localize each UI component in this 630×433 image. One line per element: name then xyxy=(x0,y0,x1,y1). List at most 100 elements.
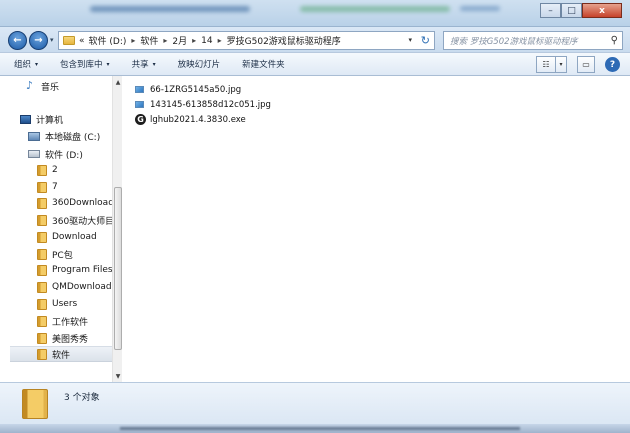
organize-menu[interactable]: 组织 ▾ xyxy=(14,58,38,70)
file-item[interactable]: 143145-613858d12c051.jpg xyxy=(135,97,271,112)
nav-item-label: 软件 (D:) xyxy=(45,150,83,161)
address-bar[interactable]: « 软件 (D:) ▸ 软件 ▸ 2月 ▸ 14 ▸ 罗技G502游戏鼠标驱动程… xyxy=(58,31,435,50)
search-input[interactable]: 搜索 罗技G502游戏鼠标驱动程序 ⚲ xyxy=(443,31,623,50)
refresh-icon[interactable]: ↻ xyxy=(421,34,430,47)
folder-icon xyxy=(37,214,47,226)
scroll-up-icon[interactable]: ▲ xyxy=(113,78,123,88)
command-toolbar: 组织 ▾ 包含到库中 ▾ 共享 ▾ 放映幻灯片 新建文件夹 ☷ ▾ ▭ ? xyxy=(0,52,630,76)
chevron-down-icon: ▾ xyxy=(106,60,110,68)
drive-icon xyxy=(28,150,40,158)
nav-item-drive-c[interactable]: 本地磁盘 (C:) xyxy=(28,128,100,144)
new-folder-label: 新建文件夹 xyxy=(242,60,285,70)
nav-item-music[interactable]: ♪ 音乐 xyxy=(26,78,59,94)
folder-icon xyxy=(37,281,47,293)
chevron-down-icon: ▾ xyxy=(152,60,156,68)
breadcrumb-item[interactable]: 罗技G502游戏鼠标驱动程序 xyxy=(227,34,341,47)
include-in-library-label: 包含到库中 xyxy=(60,60,103,70)
back-button[interactable]: ← xyxy=(8,31,27,50)
nav-item-label: 360Download xyxy=(52,198,112,208)
window-title-bar: – □ x xyxy=(0,0,630,27)
nav-item-label: QMDownload xyxy=(52,282,112,292)
nav-item-drive-d[interactable]: 软件 (D:) xyxy=(28,146,83,162)
nav-item-label: 计算机 xyxy=(36,115,64,126)
item-count: 3 个对象 xyxy=(64,393,100,403)
file-name: lghub2021.4.3830.exe xyxy=(150,114,246,125)
nav-item-label: 美图秀秀 xyxy=(52,334,89,345)
nav-item-folder[interactable]: Program Files xyxy=(37,262,112,278)
nav-item-folder[interactable]: Download xyxy=(37,229,97,245)
forward-button[interactable]: → xyxy=(29,31,48,50)
folder-icon xyxy=(37,197,47,209)
address-overflow[interactable]: « xyxy=(79,36,85,46)
computer-icon xyxy=(20,114,31,124)
window-controls: – □ x xyxy=(540,3,622,18)
nav-item-folder[interactable]: PC包 xyxy=(37,246,73,262)
nav-item-label: 2 xyxy=(52,165,58,175)
nav-item-folder[interactable]: 美图秀秀 xyxy=(37,330,88,346)
view-controls: ☷ ▾ ▭ ? xyxy=(536,56,620,73)
scrollbar-thumb[interactable] xyxy=(114,187,122,350)
include-in-library-menu[interactable]: 包含到库中 ▾ xyxy=(60,58,110,70)
recent-pages-dropdown[interactable]: ▾ xyxy=(50,36,54,44)
breadcrumb-separator-icon[interactable]: ▸ xyxy=(131,36,135,45)
navigation-pane: ♪ 音乐 计算机 本地磁盘 (C:) 软件 (D:) 2 7 360Downlo… xyxy=(10,76,112,382)
preview-pane-icon[interactable]: ▭ xyxy=(577,56,595,73)
drive-icon xyxy=(28,131,40,141)
address-dropdown-icon[interactable]: ▾ xyxy=(408,36,412,44)
breadcrumb-separator-icon[interactable]: ▸ xyxy=(218,36,222,45)
folder-icon xyxy=(37,181,47,193)
background-blur xyxy=(460,6,500,11)
nav-item-folder[interactable]: 7 xyxy=(37,179,58,195)
file-item[interactable]: G lghub2021.4.3830.exe xyxy=(135,112,246,127)
maximize-button[interactable]: □ xyxy=(561,3,582,18)
share-label: 共享 xyxy=(131,60,149,70)
search-placeholder: 搜索 罗技G502游戏鼠标驱动程序 xyxy=(450,36,578,47)
folder-icon xyxy=(37,231,47,243)
slideshow-label: 放映幻灯片 xyxy=(177,60,221,70)
share-menu[interactable]: 共享 ▾ xyxy=(132,58,156,70)
breadcrumb: 软件 (D:) ▸ 软件 ▸ 2月 ▸ 14 ▸ 罗技G502游戏鼠标驱动程序 xyxy=(89,34,341,48)
nav-item-folder[interactable]: 360驱动大师目 xyxy=(37,212,112,228)
breadcrumb-item[interactable]: 软件 xyxy=(140,34,158,47)
nav-item-label: 工作软件 xyxy=(52,317,89,328)
nav-item-label: 软件 xyxy=(52,350,71,361)
view-options-dropdown[interactable]: ▾ xyxy=(556,56,567,73)
breadcrumb-item[interactable]: 14 xyxy=(201,36,212,46)
background-blur xyxy=(90,6,250,12)
nav-item-label: Program Files xyxy=(52,265,112,275)
search-icon[interactable]: ⚲ xyxy=(611,35,618,46)
folder-icon xyxy=(63,36,75,45)
address-row: ← → ▾ « 软件 (D:) ▸ 软件 ▸ 2月 ▸ 14 ▸ 罗技G502游… xyxy=(0,27,630,52)
folder-icon xyxy=(37,164,47,176)
nav-item-folder[interactable]: Users xyxy=(37,296,77,312)
nav-item-label: 7 xyxy=(52,182,58,192)
close-button[interactable]: x xyxy=(582,3,622,18)
file-name: 66-1ZRG5145a50.jpg xyxy=(150,84,242,95)
help-icon[interactable]: ? xyxy=(605,57,620,72)
details-pane: 3 个对象 xyxy=(0,382,630,424)
file-item[interactable]: 66-1ZRG5145a50.jpg xyxy=(135,82,241,97)
folder-icon xyxy=(37,298,47,310)
nav-item-folder[interactable]: 360Download xyxy=(37,195,112,211)
breadcrumb-separator-icon[interactable]: ▸ xyxy=(163,36,167,45)
scroll-down-icon[interactable]: ▼ xyxy=(113,372,123,382)
nav-item-folder[interactable]: 2 xyxy=(37,162,58,178)
nav-item-label: 音乐 xyxy=(41,82,60,93)
slideshow-button[interactable]: 放映幻灯片 xyxy=(178,58,221,70)
organize-label: 组织 xyxy=(14,60,32,70)
background-blur xyxy=(120,427,520,430)
new-folder-button[interactable]: 新建文件夹 xyxy=(242,58,285,70)
nav-item-folder[interactable]: QMDownload xyxy=(37,279,112,295)
navigation-scrollbar[interactable]: ▲ ▼ xyxy=(112,76,122,382)
minimize-button[interactable]: – xyxy=(540,3,561,18)
background-blur xyxy=(300,6,450,12)
breadcrumb-separator-icon[interactable]: ▸ xyxy=(192,36,196,45)
nav-item-computer[interactable]: 计算机 xyxy=(20,111,63,127)
breadcrumb-item[interactable]: 2月 xyxy=(172,34,187,47)
chevron-down-icon: ▾ xyxy=(35,60,39,68)
breadcrumb-item[interactable]: 软件 (D:) xyxy=(89,34,127,47)
change-view-icon[interactable]: ☷ xyxy=(536,56,556,73)
nav-item-folder[interactable]: 工作软件 xyxy=(37,313,88,329)
folder-icon xyxy=(37,264,47,276)
nav-item-folder-selected[interactable]: 软件 xyxy=(10,346,112,362)
